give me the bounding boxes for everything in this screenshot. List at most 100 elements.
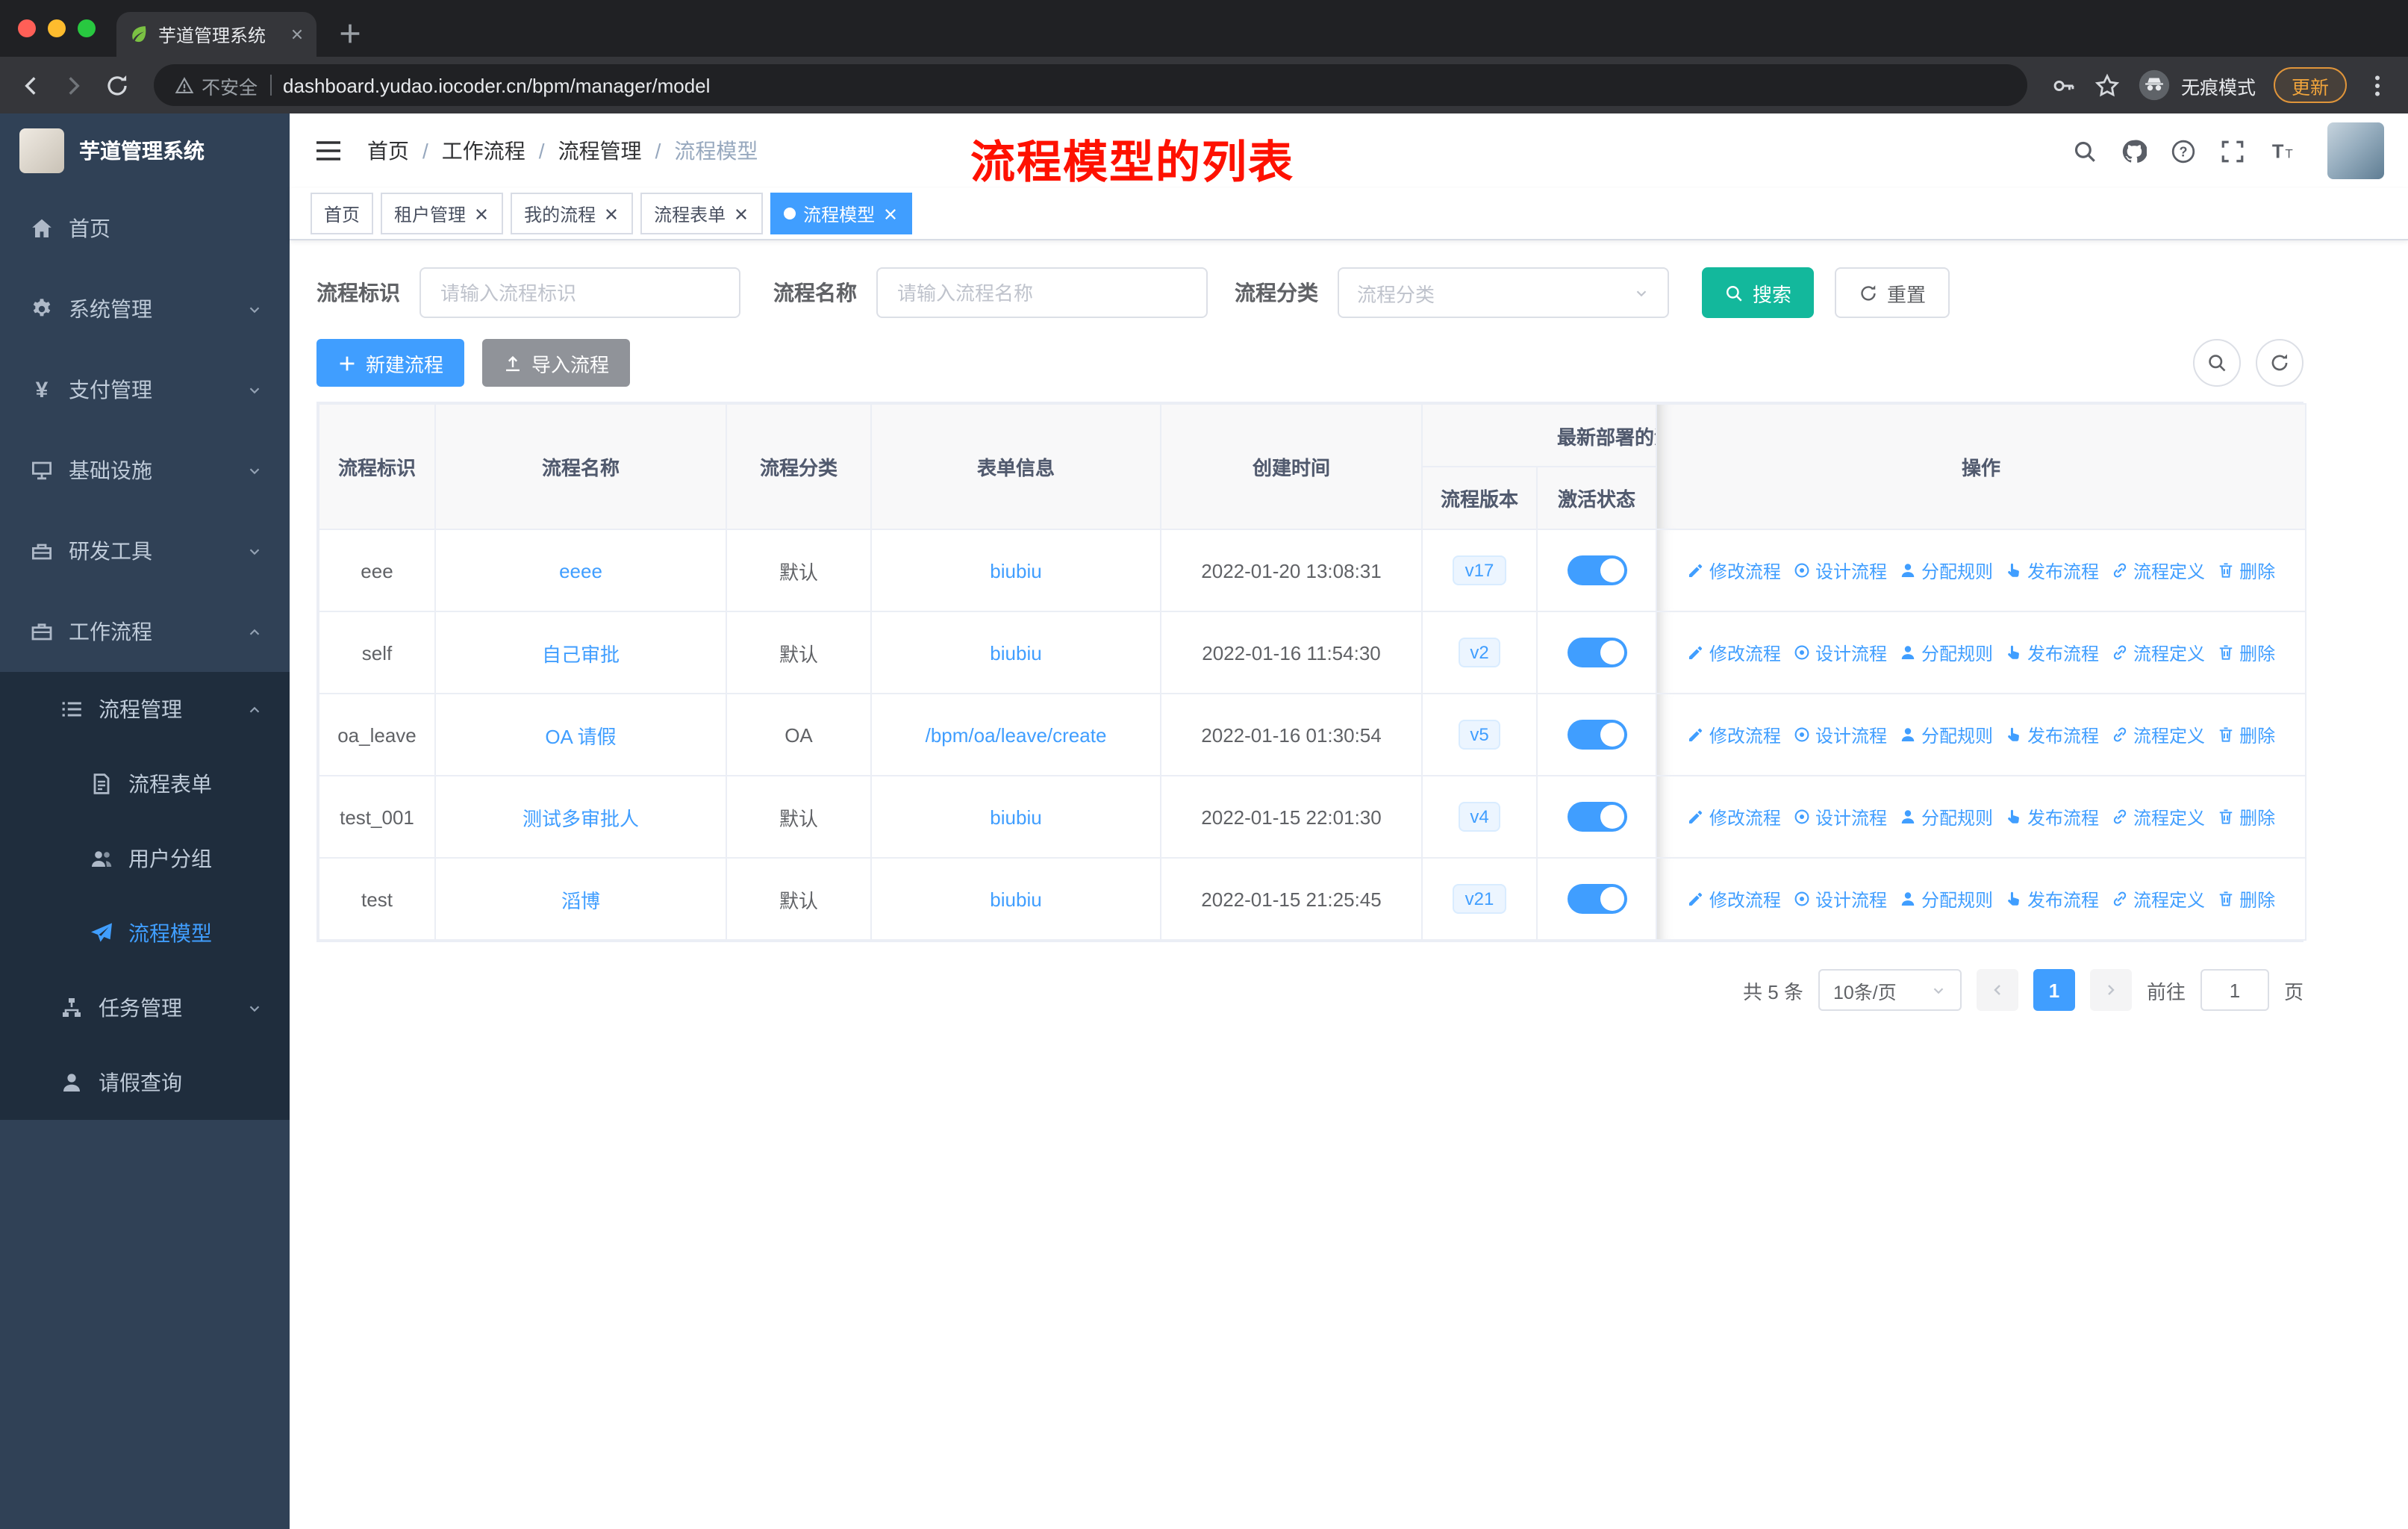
- reload-button[interactable]: [105, 72, 130, 98]
- sidebar-item-briefcase[interactable]: 工作流程: [0, 591, 290, 672]
- breadcrumb-item[interactable]: 流程管理: [558, 136, 642, 166]
- security-status[interactable]: 不安全: [175, 71, 258, 99]
- minimize-window-button[interactable]: [48, 19, 66, 37]
- action-design-link[interactable]: 设计流程: [1793, 640, 1887, 665]
- action-trash-link[interactable]: 删除: [2217, 558, 2275, 583]
- sidebar-item-document[interactable]: 流程表单: [0, 747, 290, 821]
- sidebar-item-yen[interactable]: ¥ 支付管理: [0, 349, 290, 430]
- search-button[interactable]: 搜索: [1702, 267, 1815, 318]
- action-assign-link[interactable]: 分配规则: [1899, 886, 1993, 912]
- active-toggle[interactable]: [1567, 884, 1626, 914]
- process-name-link[interactable]: 测试多审批人: [523, 807, 639, 829]
- goto-page-input[interactable]: 1: [2200, 969, 2269, 1011]
- password-manager-icon[interactable]: [2051, 72, 2077, 98]
- process-name-link[interactable]: 滔博: [561, 889, 600, 912]
- active-toggle[interactable]: [1567, 638, 1626, 667]
- action-deflink-link[interactable]: 流程定义: [2111, 640, 2205, 665]
- action-design-link[interactable]: 设计流程: [1793, 804, 1887, 829]
- refresh-table-button[interactable]: [2256, 339, 2303, 387]
- action-publish-link[interactable]: 发布流程: [2005, 640, 2099, 665]
- fullscreen-icon[interactable]: [2220, 138, 2245, 164]
- action-publish-link[interactable]: 发布流程: [2005, 722, 2099, 747]
- import-process-button[interactable]: 导入流程: [482, 339, 631, 387]
- back-button[interactable]: [18, 72, 43, 98]
- font-size-icon[interactable]: TT: [2269, 138, 2295, 164]
- tab-close-icon[interactable]: [290, 27, 305, 42]
- action-deflink-link[interactable]: 流程定义: [2111, 558, 2205, 583]
- form-info-link[interactable]: biubiu: [990, 641, 1041, 664]
- page-1-button[interactable]: 1: [2033, 969, 2075, 1011]
- process-name-input[interactable]: [876, 267, 1208, 318]
- collapse-sidebar-button[interactable]: [314, 136, 343, 166]
- action-publish-link[interactable]: 发布流程: [2005, 804, 2099, 829]
- bookmark-star-icon[interactable]: [2094, 72, 2120, 98]
- browser-menu-icon[interactable]: [2365, 72, 2390, 98]
- help-icon[interactable]: ?: [2171, 138, 2196, 164]
- active-toggle[interactable]: [1567, 802, 1626, 832]
- action-trash-link[interactable]: 删除: [2217, 722, 2275, 747]
- close-icon[interactable]: [882, 205, 899, 222]
- action-edit-link[interactable]: 修改流程: [1687, 804, 1781, 829]
- action-trash-link[interactable]: 删除: [2217, 640, 2275, 665]
- close-window-button[interactable]: [18, 19, 36, 37]
- sidebar-item-home[interactable]: 首页: [0, 188, 290, 269]
- search-icon[interactable]: [2072, 138, 2097, 164]
- tag-view-2[interactable]: 我的流程: [511, 193, 634, 234]
- active-toggle[interactable]: [1567, 720, 1626, 750]
- sidebar-item-gear[interactable]: 系统管理: [0, 269, 290, 349]
- action-assign-link[interactable]: 分配规则: [1899, 640, 1993, 665]
- breadcrumb-item[interactable]: 工作流程: [442, 136, 525, 166]
- tag-view-1[interactable]: 租户管理: [381, 193, 504, 234]
- action-deflink-link[interactable]: 流程定义: [2111, 722, 2205, 747]
- tag-view-4[interactable]: 流程模型: [770, 193, 913, 234]
- close-icon[interactable]: [603, 205, 620, 222]
- action-assign-link[interactable]: 分配规则: [1899, 804, 1993, 829]
- action-assign-link[interactable]: 分配规则: [1899, 558, 1993, 583]
- action-publish-link[interactable]: 发布流程: [2005, 886, 2099, 912]
- active-toggle[interactable]: [1567, 555, 1626, 585]
- toggle-search-button[interactable]: [2193, 339, 2241, 387]
- new-tab-button[interactable]: [337, 21, 363, 46]
- sidebar-item-task[interactable]: 任务管理: [0, 971, 290, 1045]
- create-process-button[interactable]: 新建流程: [316, 339, 465, 387]
- form-info-link[interactable]: biubiu: [990, 888, 1041, 910]
- sidebar-item-monitor[interactable]: 基础设施: [0, 430, 290, 511]
- action-deflink-link[interactable]: 流程定义: [2111, 886, 2205, 912]
- zoom-window-button[interactable]: [78, 19, 96, 37]
- user-avatar[interactable]: [2327, 122, 2384, 179]
- action-design-link[interactable]: 设计流程: [1793, 886, 1887, 912]
- forward-button[interactable]: [61, 72, 87, 98]
- prev-page-button[interactable]: [1976, 969, 2018, 1011]
- process-name-link[interactable]: 自己审批: [542, 643, 620, 665]
- action-edit-link[interactable]: 修改流程: [1687, 558, 1781, 583]
- form-info-link[interactable]: biubiu: [990, 806, 1041, 828]
- close-icon[interactable]: [733, 205, 749, 222]
- action-edit-link[interactable]: 修改流程: [1687, 722, 1781, 747]
- github-icon[interactable]: [2121, 138, 2147, 164]
- action-assign-link[interactable]: 分配规则: [1899, 722, 1993, 747]
- sidebar-item-user[interactable]: 请假查询: [0, 1045, 290, 1120]
- sidebar-item-users[interactable]: 用户分组: [0, 821, 290, 896]
- page-size-select[interactable]: 10条/页: [1818, 969, 1962, 1011]
- process-name-link[interactable]: OA 请假: [545, 725, 616, 747]
- breadcrumb-item[interactable]: 首页: [367, 136, 409, 166]
- close-icon[interactable]: [473, 205, 490, 222]
- category-select[interactable]: 流程分类: [1338, 267, 1669, 318]
- sidebar-item-tools[interactable]: 研发工具: [0, 511, 290, 591]
- update-button[interactable]: 更新: [2273, 67, 2347, 103]
- action-design-link[interactable]: 设计流程: [1793, 722, 1887, 747]
- action-deflink-link[interactable]: 流程定义: [2111, 804, 2205, 829]
- tag-view-3[interactable]: 流程表单: [640, 193, 764, 234]
- action-design-link[interactable]: 设计流程: [1793, 558, 1887, 583]
- browser-tab[interactable]: 芋道管理系统: [116, 12, 316, 57]
- tag-view-0[interactable]: 首页: [311, 193, 374, 234]
- action-trash-link[interactable]: 删除: [2217, 804, 2275, 829]
- process-name-link[interactable]: eeee: [559, 559, 602, 582]
- reset-button[interactable]: 重置: [1835, 267, 1950, 318]
- action-edit-link[interactable]: 修改流程: [1687, 640, 1781, 665]
- sidebar-item-list[interactable]: 流程管理: [0, 672, 290, 747]
- form-info-link[interactable]: biubiu: [990, 559, 1041, 582]
- action-edit-link[interactable]: 修改流程: [1687, 886, 1781, 912]
- action-publish-link[interactable]: 发布流程: [2005, 558, 2099, 583]
- address-bar[interactable]: 不安全 dashboard.yudao.iocoder.cn/bpm/manag…: [154, 64, 2027, 106]
